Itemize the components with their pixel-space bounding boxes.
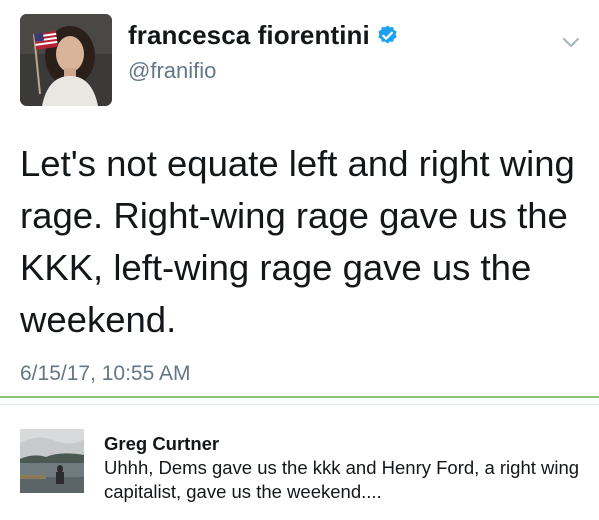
tweet-text: Let's not equate left and right wing rag… [20, 143, 575, 340]
author-avatar[interactable] [20, 14, 112, 106]
author-handle[interactable]: @franifio [128, 58, 216, 84]
chevron-down-icon[interactable] [561, 36, 581, 50]
reply-comment: Greg Curtner Uhhh, Dems gave us the kkk … [0, 405, 599, 520]
main-tweet: francesca fiorentini @franifio Let's not… [0, 0, 599, 396]
profile-photo-icon [20, 429, 84, 493]
tweet-timestamp[interactable]: 6/15/17, 10:55 AM [20, 362, 190, 386]
author-name[interactable]: francesca fiorentini [128, 20, 370, 51]
verified-badge-icon [376, 24, 399, 47]
reply-author-name[interactable]: Greg Curtner [104, 433, 219, 455]
divider [0, 396, 599, 398]
profile-photo-icon [20, 14, 112, 106]
author-name-row: francesca fiorentini [128, 20, 399, 51]
reply-text: Uhhh, Dems gave us the kkk and Henry For… [104, 457, 580, 502]
reply-avatar[interactable] [20, 429, 84, 493]
